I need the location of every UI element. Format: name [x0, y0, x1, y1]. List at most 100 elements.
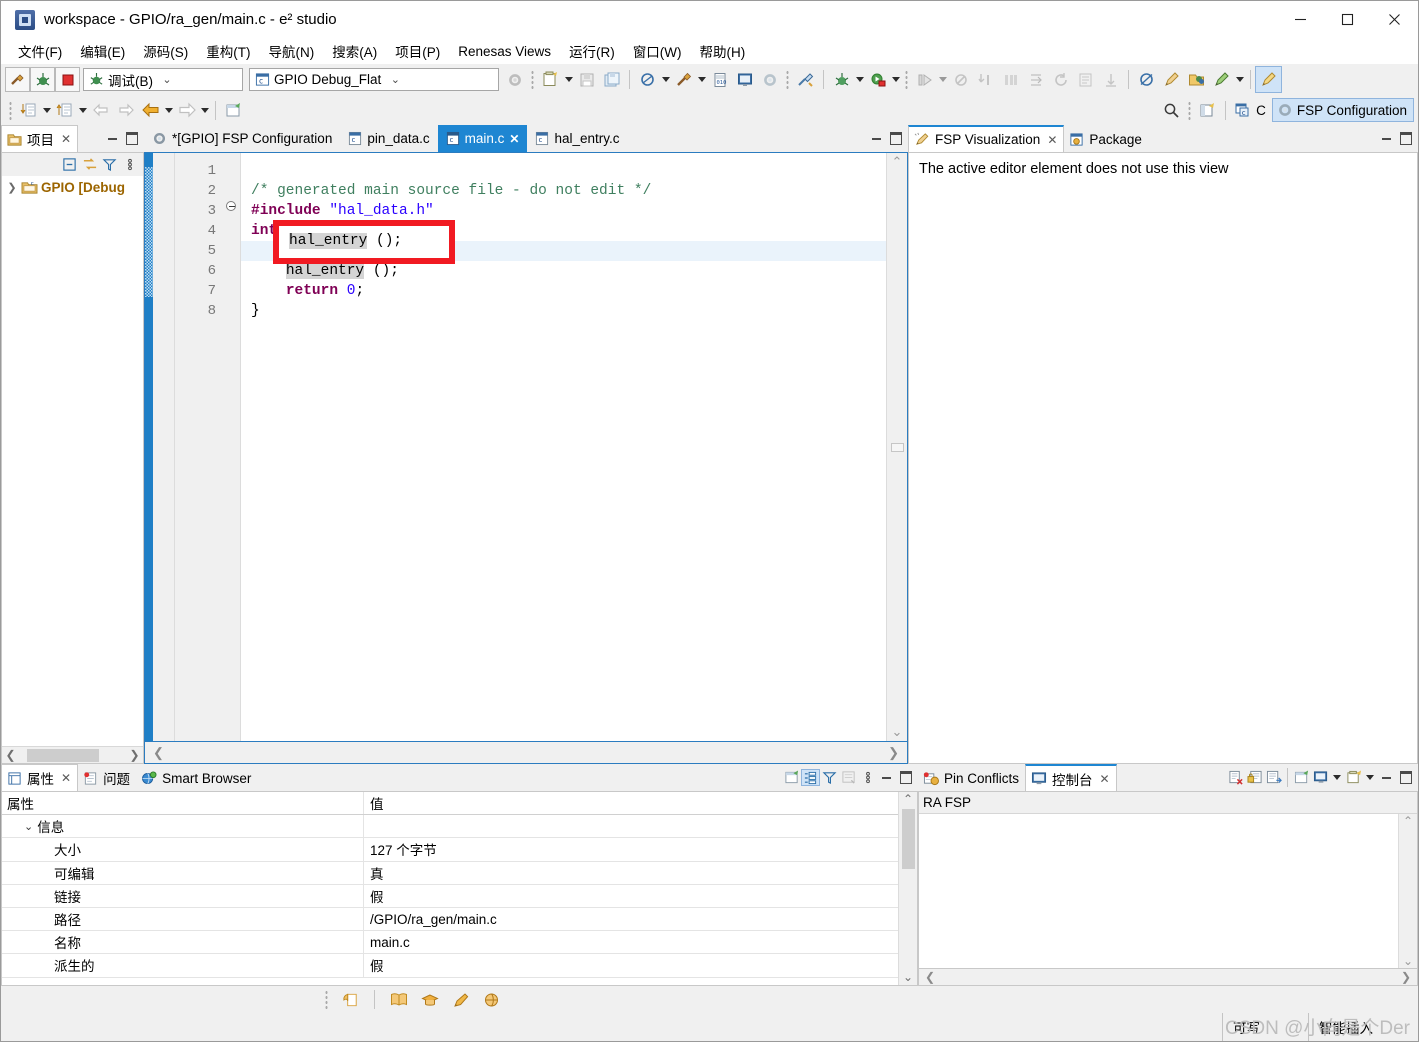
menu-window[interactable]: 窗口(W): [624, 38, 691, 64]
minimize-button[interactable]: [1277, 1, 1324, 38]
drop-to-frame-icon[interactable]: [1098, 67, 1123, 92]
table-row[interactable]: 路径 /GPIO/ra_gen/main.c: [2, 907, 898, 932]
launch-mode-combo[interactable]: 调试(B) ⌄: [83, 68, 243, 91]
launch-config-combo[interactable]: c GPIO Debug_Flat ⌄: [249, 68, 499, 91]
menu-edit[interactable]: 编辑(E): [71, 38, 134, 64]
binary-file-icon[interactable]: 010: [707, 67, 732, 92]
maximize-icon[interactable]: [887, 131, 904, 146]
toolbar-grip-4[interactable]: [9, 100, 12, 120]
scroll-up-icon[interactable]: ⌃: [903, 792, 913, 807]
close-icon[interactable]: ✕: [1098, 772, 1110, 786]
toggle-breakpoint-icon[interactable]: [635, 67, 660, 92]
vscroll-thumb[interactable]: [901, 809, 915, 869]
table-row[interactable]: ⌄ 信息: [2, 815, 898, 839]
open-pin-config-icon[interactable]: [1184, 67, 1209, 92]
table-row[interactable]: 大小 127 个字节: [2, 838, 898, 862]
instruction-stepping-icon[interactable]: [1073, 67, 1098, 92]
save-all-icon[interactable]: [599, 67, 624, 92]
open-console-icon[interactable]: [1345, 770, 1362, 785]
filter-icon[interactable]: [101, 157, 118, 172]
run-last-tool-icon[interactable]: [793, 67, 818, 92]
console-vscrollbar[interactable]: ⌃ ⌄: [1398, 814, 1417, 968]
run-launch-icon[interactable]: [865, 67, 890, 92]
scroll-left-icon[interactable]: ❮: [2, 748, 19, 762]
maximize-icon[interactable]: [1397, 770, 1414, 785]
debug-bug-icon[interactable]: [30, 67, 55, 92]
minimize-icon[interactable]: [1378, 770, 1395, 785]
menu-help[interactable]: 帮助(H): [691, 38, 755, 64]
scroll-left-icon[interactable]: ❮: [153, 745, 164, 761]
breakpoint-dropdown[interactable]: [660, 67, 671, 92]
scroll-up-icon[interactable]: ⌃: [892, 153, 903, 171]
tab-problems[interactable]: 问题: [78, 764, 137, 791]
close-icon[interactable]: ✕: [59, 771, 71, 785]
show-categories-icon[interactable]: [801, 769, 820, 786]
display-selected-console-icon[interactable]: [1312, 770, 1329, 785]
step-return-icon[interactable]: [1023, 67, 1048, 92]
tab-main-c[interactable]: c main.c ✕: [437, 125, 528, 152]
new-wizard-icon[interactable]: [538, 67, 563, 92]
filter-icon[interactable]: [821, 770, 838, 785]
maximize-icon[interactable]: [1397, 131, 1414, 146]
tab-smart-browser[interactable]: Smart Browser: [136, 764, 258, 791]
toolbar-grip-3[interactable]: [905, 70, 908, 89]
tab-console[interactable]: 控制台 ✕: [1025, 764, 1117, 791]
tab-hal-entry-c[interactable]: c hal_entry.c: [527, 125, 627, 152]
prev-annotation-dropdown[interactable]: [77, 98, 88, 123]
build-dropdown[interactable]: [696, 67, 707, 92]
build-hammer-icon[interactable]: [671, 67, 696, 92]
close-icon[interactable]: ✕: [509, 132, 519, 146]
chevron-right-icon[interactable]: ❯: [6, 181, 18, 194]
forward-dropdown[interactable]: [199, 98, 210, 123]
console-hscrollbar[interactable]: ❮ ❯: [918, 969, 1418, 986]
clear-console-icon[interactable]: [1227, 770, 1244, 785]
tab-properties[interactable]: 属性 ✕: [1, 764, 79, 791]
forward-edit-location-icon[interactable]: [113, 98, 138, 123]
editor-annotation-ruler[interactable]: [153, 153, 175, 741]
menu-refactor[interactable]: 重构(T): [197, 38, 259, 64]
link-with-editor-icon[interactable]: [81, 157, 98, 172]
terminate-icon[interactable]: [948, 67, 973, 92]
scroll-down-icon[interactable]: ⌄: [1403, 954, 1413, 968]
properties-table[interactable]: 属性 值 ⌄ 信息 大小 127 个字节 可编辑 真 链接 假 路径 /GPIO…: [2, 792, 898, 985]
next-annotation-icon[interactable]: [16, 98, 41, 123]
menu-project[interactable]: 项目(P): [386, 38, 449, 64]
open-console-dropdown[interactable]: [1364, 770, 1376, 785]
show-console-icon[interactable]: [1265, 770, 1282, 785]
debug-launch-icon[interactable]: [829, 67, 854, 92]
vscroll-thumb[interactable]: [890, 442, 904, 452]
close-button[interactable]: [1371, 1, 1418, 38]
pencil-icon[interactable]: [448, 987, 473, 1012]
tab-fsp-configuration[interactable]: *[GPIO] FSP Configuration: [144, 125, 340, 152]
project-tree[interactable]: ❯ c GPIO [Debug: [2, 176, 143, 746]
fsp-pencil-icon[interactable]: [1159, 67, 1184, 92]
scroll-left-icon[interactable]: ❮: [925, 970, 935, 984]
tab-project-explorer[interactable]: 项目 ✕: [1, 125, 79, 152]
code-canvas[interactable]: /* generated main source file - do not e…: [241, 153, 886, 741]
editor-hscrollbar[interactable]: ❮ ❯: [144, 742, 908, 764]
table-row[interactable]: 可编辑 真: [2, 861, 898, 885]
globe-icon[interactable]: [479, 987, 504, 1012]
book-icon[interactable]: [386, 987, 411, 1012]
back-icon[interactable]: [138, 98, 163, 123]
step-into-icon[interactable]: [973, 67, 998, 92]
hscroll-thumb[interactable]: [27, 748, 99, 762]
perspective-c[interactable]: c C: [1231, 98, 1272, 122]
tab-pin-conflicts[interactable]: Pin Conflicts: [918, 764, 1026, 791]
tab-fsp-visualization[interactable]: FSP Visualization ✕: [908, 125, 1065, 152]
skip-breakpoints-icon[interactable]: [1134, 67, 1159, 92]
minimize-icon[interactable]: [878, 770, 895, 785]
maximize-button[interactable]: [1324, 1, 1371, 38]
perspective-grip[interactable]: [1188, 100, 1192, 120]
close-icon[interactable]: ✕: [59, 132, 71, 146]
settings-gear-icon[interactable]: [757, 67, 782, 92]
table-row[interactable]: 派生的 假: [2, 954, 898, 978]
forward-icon[interactable]: [174, 98, 199, 123]
collapse-all-icon[interactable]: [61, 157, 78, 172]
graduation-cap-icon[interactable]: [417, 987, 442, 1012]
menu-renesas-views[interactable]: Renesas Views: [449, 41, 560, 62]
chevron-down-icon[interactable]: ⌄: [159, 73, 175, 86]
toolbar-grip[interactable]: [531, 70, 534, 89]
fsp-editor-dropdown[interactable]: [1234, 67, 1245, 92]
tree-item-gpio[interactable]: ❯ c GPIO [Debug: [2, 179, 143, 196]
